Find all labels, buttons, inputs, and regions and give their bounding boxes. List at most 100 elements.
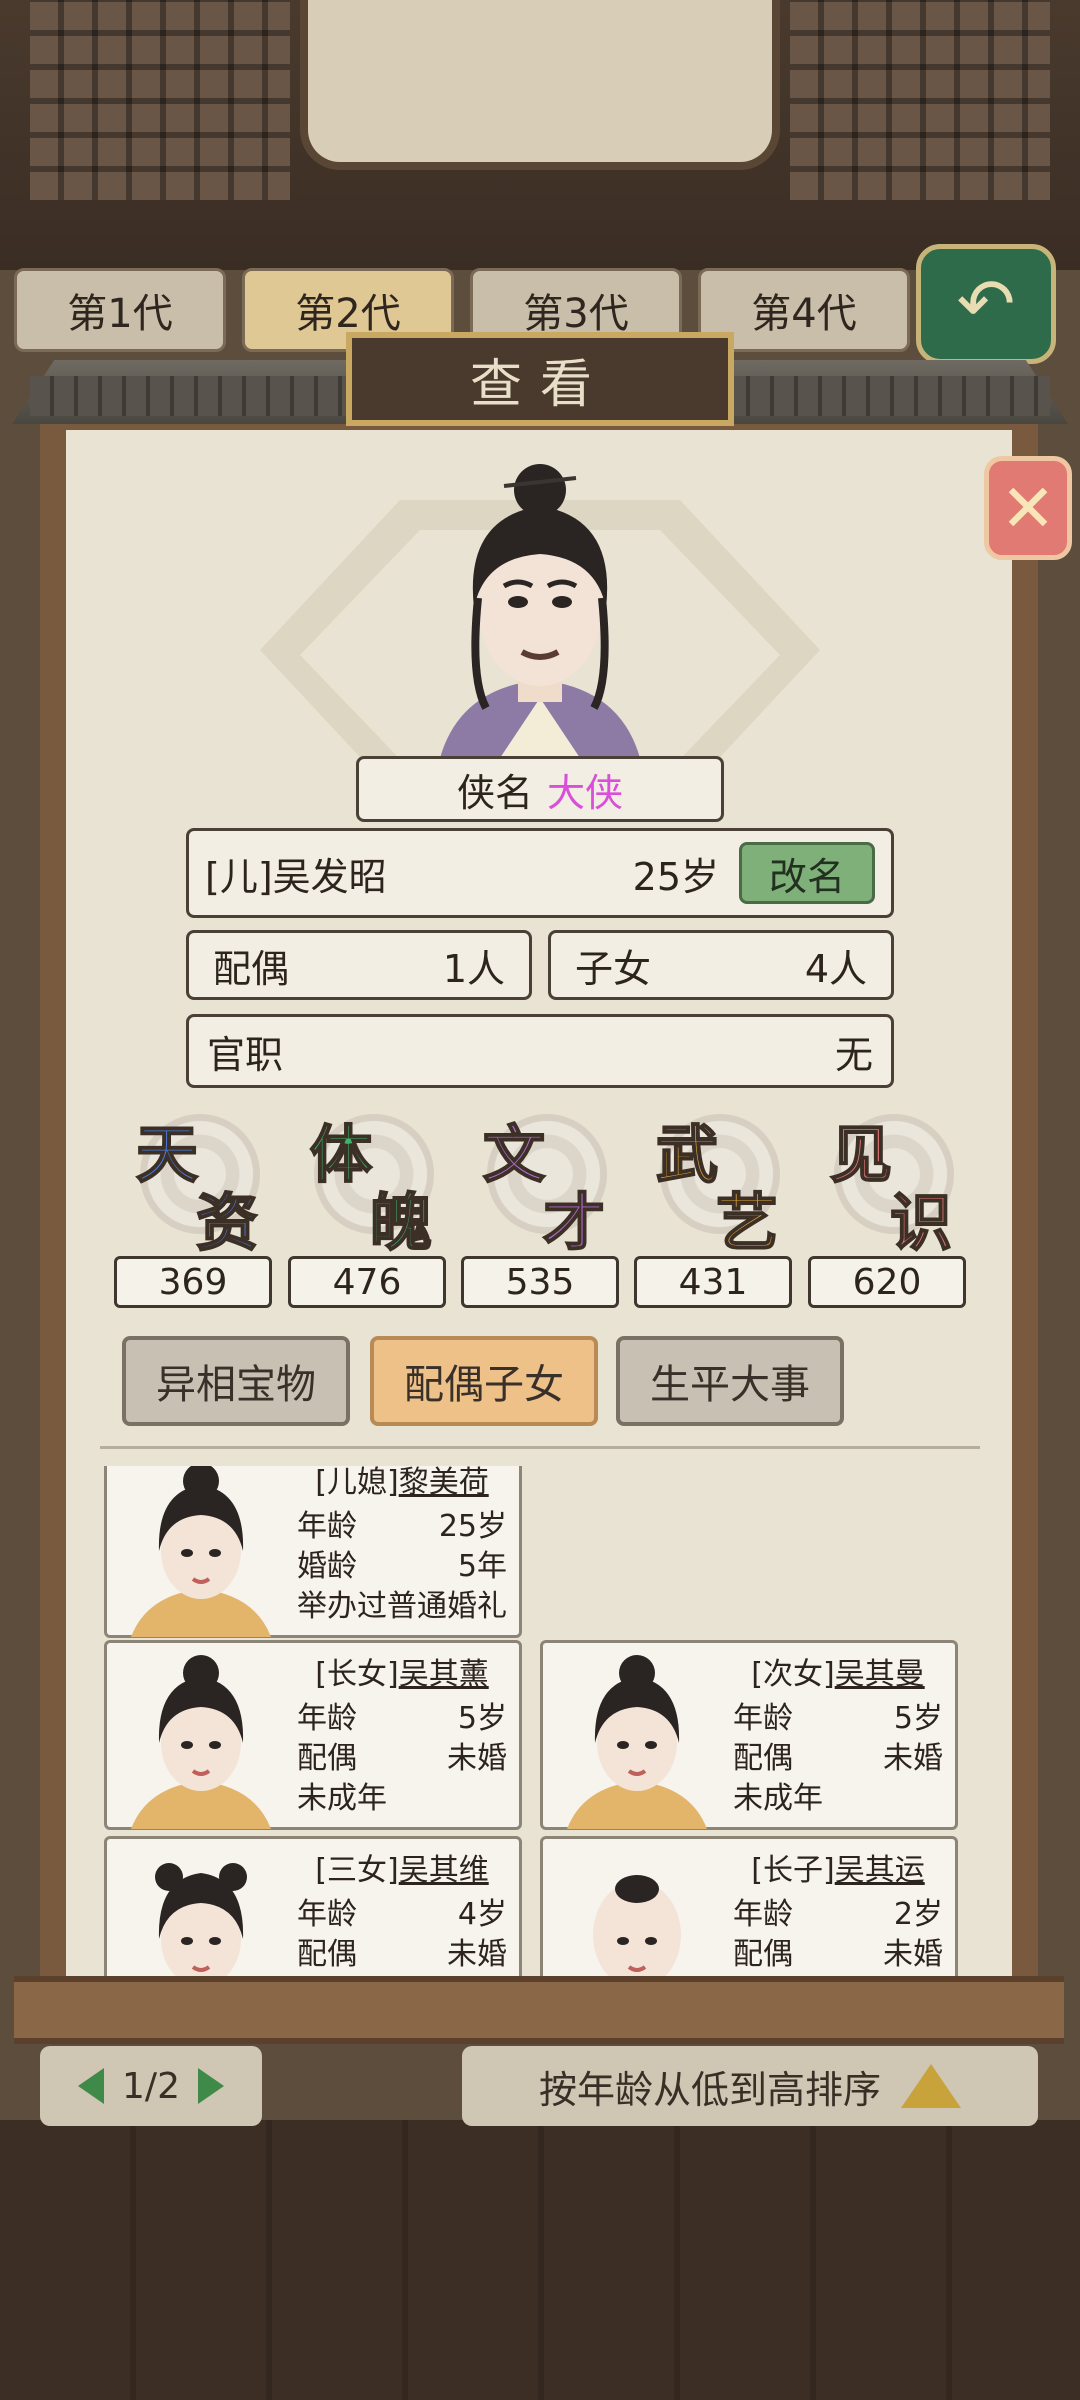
- member-row-2: 婚龄 5年: [297, 1541, 507, 1585]
- member-relation: [长子]: [751, 1853, 835, 1888]
- member-name[interactable]: 黎美荷: [399, 1466, 489, 1500]
- attribute-char-1: 武: [655, 1117, 719, 1192]
- member-row-2: 配偶 未婚: [297, 1733, 507, 1777]
- member-relation: [次女]: [751, 1657, 835, 1692]
- attribute-value: 620: [808, 1256, 966, 1308]
- row-label: 年龄: [733, 1701, 793, 1736]
- member-name[interactable]: 吴其运: [835, 1853, 925, 1888]
- honorific-label: 侠名: [456, 770, 533, 815]
- close-button[interactable]: ✕: [984, 456, 1072, 560]
- row-label: 年龄: [733, 1897, 793, 1932]
- member-card[interactable]: [次女]吴其曼 年龄 5岁 配偶 未婚 未成年: [540, 1640, 958, 1830]
- member-title: [三女]吴其维: [297, 1845, 507, 1889]
- member-portrait: [593, 1875, 681, 1980]
- rename-button[interactable]: 改名: [739, 842, 875, 904]
- sort-button[interactable]: 按年龄从低到高排序: [462, 2046, 1038, 2126]
- attribute-char-2: 资: [195, 1185, 259, 1260]
- attribute-value: 369: [114, 1256, 272, 1308]
- attribute-char-1: 见: [829, 1117, 893, 1192]
- row-label: 年龄: [297, 1701, 357, 1736]
- member-name[interactable]: 吴其薰: [399, 1657, 489, 1692]
- spouse-count-box: 配偶 1人: [186, 930, 532, 1000]
- row-value: 未婚: [447, 1741, 507, 1776]
- attribute-value: 431: [634, 1256, 792, 1308]
- member-card[interactable]: [长子]吴其运 年龄 2岁 配偶 未婚: [540, 1836, 958, 1980]
- return-arrow-icon: ↶: [956, 263, 1016, 345]
- row-label: 婚龄: [297, 1549, 357, 1584]
- member-relation: [长女]: [315, 1657, 399, 1692]
- member-row-2: 配偶 未婚: [297, 1929, 507, 1973]
- attribute-char-2: 才: [542, 1185, 606, 1260]
- spouse-value: 1人: [442, 946, 505, 991]
- member-title: [儿媳]黎美荷: [297, 1466, 507, 1501]
- attribute-char-2: 识: [889, 1185, 953, 1260]
- member-relation: [三女]: [315, 1853, 399, 1888]
- attribute-value: 535: [461, 1256, 619, 1308]
- character-name: [儿]吴发昭: [205, 854, 387, 899]
- attribute-value: 476: [288, 1256, 446, 1308]
- window-lattice-right: [790, 0, 1050, 200]
- background-floor: [0, 2120, 1080, 2400]
- row-label: 年龄: [297, 1897, 357, 1932]
- next-page-icon[interactable]: [197, 2068, 224, 2104]
- attribute-insight: 见 识 620: [806, 1110, 968, 1310]
- office-box: 官职 无: [186, 1014, 894, 1088]
- window-lattice-left: [30, 0, 290, 200]
- member-name[interactable]: 吴其维: [399, 1853, 489, 1888]
- row-label: 配偶: [297, 1937, 357, 1972]
- member-row-2: 配偶 未婚: [733, 1733, 943, 1777]
- office-value: 无: [834, 1032, 873, 1077]
- attribute-char-1: 文: [482, 1117, 546, 1192]
- dialog-bottom-rail: [14, 1976, 1064, 2044]
- member-row-1: 年龄 4岁: [297, 1889, 507, 1933]
- row-value: 5岁: [893, 1701, 943, 1736]
- member-row-1: 年龄 5岁: [733, 1693, 943, 1737]
- member-name[interactable]: 吴其曼: [835, 1657, 925, 1692]
- row-value: 5岁: [457, 1701, 507, 1736]
- row-value: 未婚: [883, 1741, 943, 1776]
- tab-generation-1[interactable]: 第1代: [14, 268, 226, 352]
- spouse-label: 配偶: [213, 946, 290, 991]
- back-button[interactable]: ↶: [916, 244, 1056, 364]
- close-icon: ✕: [1000, 469, 1056, 547]
- children-value: 4人: [804, 946, 867, 991]
- attribute-literary: 文 才 535: [459, 1110, 621, 1310]
- character-portrait: [440, 464, 640, 758]
- page-indicator: 1/2: [122, 2065, 180, 2107]
- member-card[interactable]: [长女]吴其薰 年龄 5岁 配偶 未婚 未成年: [104, 1640, 522, 1830]
- tab-spouse-children[interactable]: 配偶子女: [370, 1336, 598, 1426]
- member-card[interactable]: [三女]吴其维 年龄 4岁 配偶 未婚: [104, 1836, 522, 1980]
- row-value: 4岁: [457, 1897, 507, 1932]
- member-note: 未成年: [733, 1781, 823, 1816]
- pager: 1/2: [40, 2046, 262, 2126]
- member-list[interactable]: [儿媳]黎美荷 年龄 25岁 婚龄 5年 举办过普通婚礼 [长女]吴其薰 年龄 …: [96, 1466, 976, 1980]
- sort-label: 按年龄从低到高排序: [538, 2067, 881, 2112]
- member-portrait: [155, 1863, 247, 1980]
- attribute-martial: 武 艺 431: [632, 1110, 794, 1310]
- dialog-title: 查看: [346, 332, 734, 426]
- tab-treasures[interactable]: 异相宝物: [122, 1336, 350, 1426]
- member-row-1: 年龄 25岁: [297, 1501, 507, 1545]
- row-value: 未婚: [447, 1937, 507, 1972]
- attribute-char-2: 艺: [715, 1185, 779, 1260]
- member-row-1: 年龄 5岁: [297, 1693, 507, 1737]
- row-label: 配偶: [733, 1937, 793, 1972]
- member-row-1: 年龄 2岁: [733, 1889, 943, 1933]
- member-row-2: 配偶 未婚: [733, 1929, 943, 1973]
- sort-triangle-icon: [901, 2064, 961, 2108]
- children-label: 子女: [575, 946, 652, 991]
- member-portrait: [131, 1466, 271, 1637]
- name-box: [儿]吴发昭 25岁 改名: [186, 828, 894, 918]
- prev-page-icon[interactable]: [78, 2068, 105, 2104]
- member-card[interactable]: [儿媳]黎美荷 年龄 25岁 婚龄 5年 举办过普通婚礼: [104, 1466, 522, 1638]
- member-portrait: [131, 1655, 271, 1829]
- member-title: [长子]吴其运: [733, 1845, 943, 1889]
- row-label: 年龄: [297, 1509, 357, 1544]
- row-label: 配偶: [297, 1741, 357, 1776]
- row-value: 25岁: [438, 1509, 507, 1544]
- attribute-physique: 体 魄 476: [286, 1110, 448, 1310]
- attribute-char-2: 魄: [369, 1185, 433, 1260]
- tab-life-events[interactable]: 生平大事: [616, 1336, 844, 1426]
- orchid-painting: [300, 0, 780, 170]
- attribute-char-1: 体: [309, 1117, 373, 1192]
